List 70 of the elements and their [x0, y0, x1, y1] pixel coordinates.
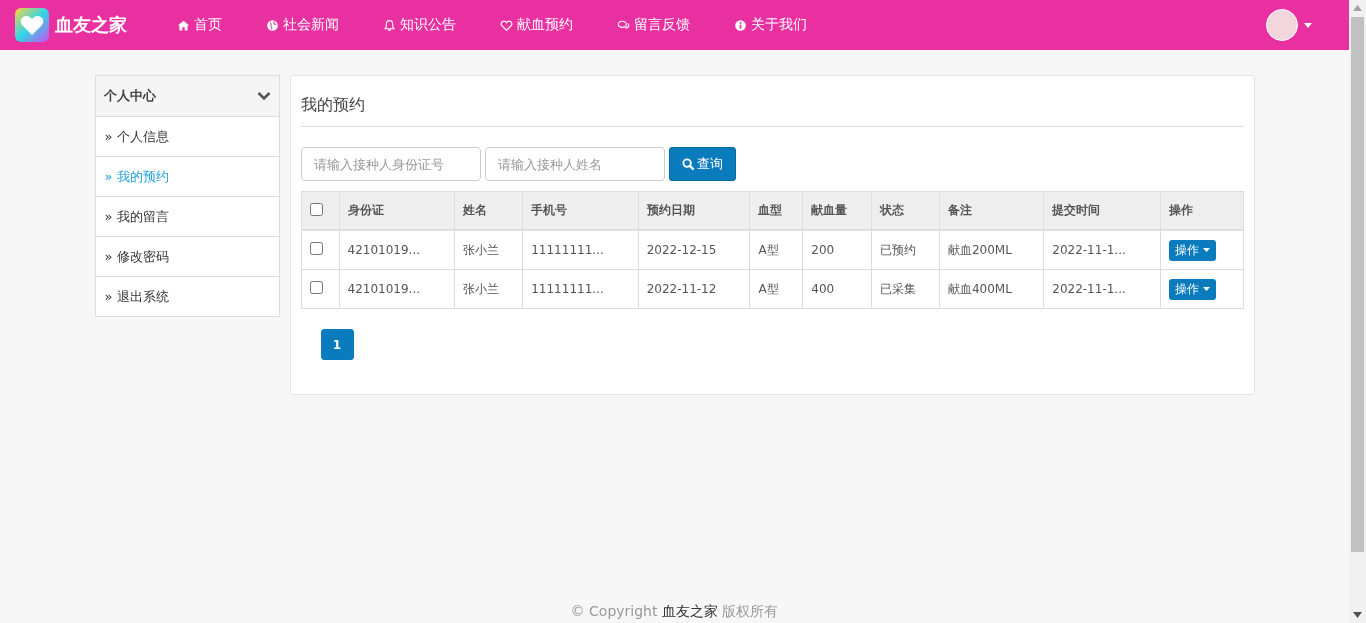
sidebar-item[interactable]: » 修改密码 — [95, 237, 279, 277]
table-cell: 11111111... — [522, 269, 639, 309]
table-cell: 2022-12-15 — [638, 230, 750, 270]
copyright-text: © Copyright 血友之家 版权所有 — [569, 603, 780, 621]
home-icon — [177, 18, 190, 32]
action-dropdown-button[interactable]: 操作 — [1168, 278, 1216, 300]
page-button[interactable]: 1 — [320, 329, 354, 360]
nav-link[interactable]: 知识公告 — [361, 16, 478, 34]
table-cell: 400 — [802, 269, 872, 309]
column-header: 身份证 — [339, 191, 455, 230]
table-cell: 张小兰 — [454, 269, 523, 309]
search-icon — [681, 157, 695, 171]
row-checkbox[interactable] — [309, 281, 323, 294]
column-header: 操作 — [1160, 191, 1243, 230]
table-cell: 42101019... — [339, 230, 455, 270]
column-header: 献血量 — [802, 191, 872, 230]
table-cell: A型 — [749, 269, 803, 309]
caret-icon — [1202, 287, 1210, 291]
chevron-down-icon — [256, 91, 271, 101]
globe-icon — [266, 18, 279, 32]
bell-icon — [383, 18, 396, 32]
heart-icon — [500, 18, 513, 32]
table-cell: A型 — [749, 230, 803, 270]
nav-link[interactable]: 首页 — [155, 16, 244, 34]
scroll-down-arrow-icon[interactable] — [1353, 612, 1362, 618]
column-header: 状态 — [871, 191, 940, 230]
sidebar-header[interactable]: 个人中心 — [95, 76, 279, 117]
scrollbar-thumb[interactable] — [1351, 17, 1364, 552]
table-cell: 献血400ML — [939, 269, 1044, 309]
sidebar-title: 个人中心 — [103, 87, 156, 105]
table-cell: 2022-11-12 — [638, 269, 750, 309]
chat-bubbles-icon — [617, 18, 630, 32]
column-header: 姓名 — [454, 191, 523, 230]
table-cell: 献血200ML — [939, 230, 1044, 270]
table-cell: 已预约 — [871, 230, 940, 270]
table-cell: 2022-11-1... — [1043, 230, 1161, 270]
column-header: 提交时间 — [1043, 191, 1161, 230]
column-header: 备注 — [939, 191, 1044, 230]
action-dropdown-button[interactable]: 操作 — [1168, 239, 1216, 261]
table-cell: 200 — [802, 230, 872, 270]
table-cell: 2022-11-1... — [1043, 269, 1161, 309]
nav-link[interactable]: 留言反馈 — [595, 16, 712, 34]
info-icon — [734, 18, 747, 32]
nav-link[interactable]: 关于我们 — [712, 16, 829, 34]
table-cell: 张小兰 — [454, 230, 523, 270]
select-all-checkbox[interactable] — [309, 202, 323, 216]
search-field[interactable]: 请输入接种人身份证号 — [300, 147, 481, 181]
avatar[interactable] — [1266, 9, 1298, 41]
row-checkbox[interactable] — [309, 242, 323, 255]
site-name[interactable]: 血友之家 — [55, 13, 127, 37]
sidebar-item[interactable]: » 我的预约 — [95, 157, 279, 197]
table-cell: 42101019... — [339, 269, 455, 309]
search-field[interactable]: 请输入接种人姓名 — [484, 147, 665, 181]
nav-link[interactable]: 社会新闻 — [244, 16, 361, 34]
table-cell: 11111111... — [522, 230, 639, 270]
caret-icon — [1202, 248, 1210, 252]
nav-link[interactable]: 献血预约 — [478, 16, 595, 34]
column-header: 预约日期 — [638, 191, 750, 230]
panel-title: 我的预约 — [300, 86, 1244, 127]
column-header: 血型 — [749, 191, 803, 230]
sidebar-item[interactable]: » 退出系统 — [95, 277, 279, 316]
search-button[interactable]: 查询 — [668, 147, 736, 181]
caret-icon[interactable] — [1304, 22, 1312, 28]
heart-logo-icon — [15, 8, 49, 42]
scrollbar[interactable] — [1349, 0, 1366, 623]
sidebar-item[interactable]: » 我的留言 — [95, 197, 279, 237]
scroll-up-arrow-icon[interactable] — [1353, 5, 1362, 11]
column-header: 手机号 — [522, 191, 639, 230]
table-cell: 已采集 — [871, 269, 940, 309]
sidebar-item[interactable]: » 个人信息 — [95, 117, 279, 157]
